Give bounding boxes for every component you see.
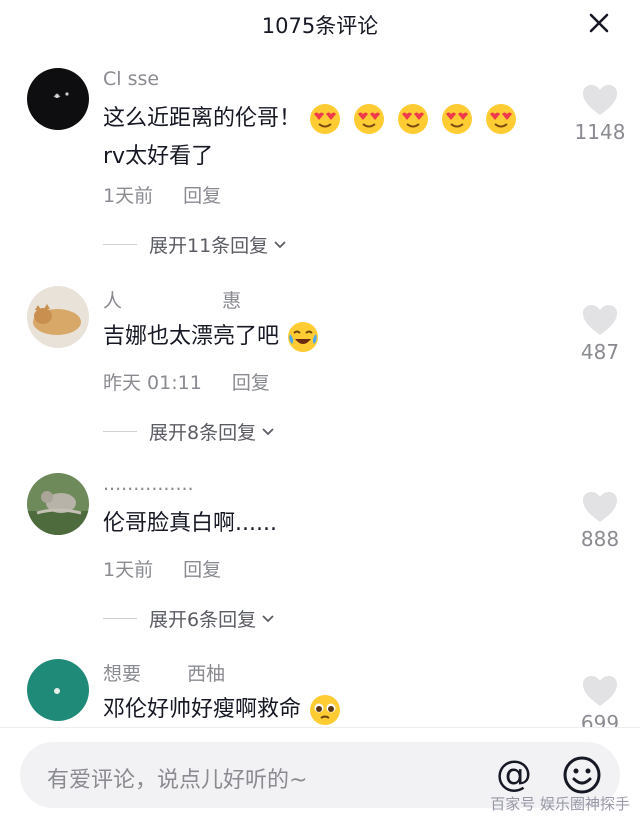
heart-icon (583, 305, 617, 335)
like-count: 1148 (574, 120, 626, 144)
comment-meta: 昨天 01:11 回复 (103, 368, 270, 395)
username-head: 想要 (103, 663, 142, 685)
comment-item: 想要 西柚 邓伦好帅好瘦啊救命 699 (0, 659, 640, 727)
comment-time: 1天前 (103, 185, 154, 207)
comment-text-line: rv太好看了 (103, 144, 214, 169)
heart-icon (583, 492, 617, 522)
divider-line (103, 431, 137, 432)
chevron-down-icon (262, 614, 274, 622)
divider-line (103, 244, 137, 245)
input-placeholder: 有爱评论，说点儿好听的~ (47, 768, 308, 793)
expand-replies-label: 展开8条回复 (149, 422, 257, 444)
expand-replies-label: 展开6条回复 (149, 609, 257, 631)
comment-meta: 1天前 回复 (103, 555, 221, 582)
expand-replies-button[interactable]: 展开6条回复 (103, 605, 276, 632)
username[interactable]: Cl sse (103, 68, 159, 90)
comment-time: 1天前 (103, 559, 154, 581)
reply-button[interactable]: 回复 (183, 559, 221, 581)
comment-text-line: 邓伦好帅好瘦啊救命 (103, 697, 302, 722)
emoji-picker-button[interactable] (560, 753, 604, 797)
reply-button[interactable]: 回复 (183, 185, 221, 207)
like-count: 888 (580, 527, 620, 551)
comment-text-line: 这么近距离的伦哥！ (103, 106, 302, 131)
at-icon: @ (496, 754, 532, 795)
like-count: 487 (580, 340, 620, 364)
expand-replies-button[interactable]: 展开11条回复 (103, 231, 288, 258)
username-tail: 惠 (222, 290, 242, 312)
comment-meta: 1天前 回复 (103, 181, 221, 208)
divider-line (103, 618, 137, 619)
username[interactable]: ............... (103, 473, 194, 495)
chevron-down-icon (262, 427, 274, 435)
comment-text-line: 伦哥脸真白啊...... (103, 511, 277, 536)
comment-text-line: 吉娜也太漂亮了吧 (103, 324, 280, 349)
comment-count-title: 1075条评论 (261, 14, 379, 38)
crying-laughing-emoji-icon (286, 322, 323, 352)
chevron-down-icon (274, 240, 286, 248)
comment-text: 吉娜也太漂亮了吧 (103, 318, 323, 356)
username[interactable]: 人 惠 (103, 286, 241, 313)
reply-button[interactable]: 回复 (232, 372, 270, 394)
comment-text: 这么近距离的伦哥！ rv太好看了 (103, 100, 521, 176)
username-tail: 西柚 (187, 663, 226, 685)
comments-header: 1075条评论 (0, 0, 640, 48)
comment-time: 昨天 01:11 (103, 372, 202, 394)
comment-input-bar: 有爱评论，说点儿好听的~ @ 百家号 娱乐圈神探手 (0, 727, 640, 822)
heart-eyes-emoji-icon (308, 104, 521, 134)
watermark: 百家号 娱乐圈神探手 (490, 795, 630, 813)
like-button[interactable]: 1148 (570, 84, 630, 144)
comment-text: 邓伦好帅好瘦啊救命 (103, 691, 345, 727)
comment-item: ............... 伦哥脸真白啊...... 1天前 回复 展开6条… (0, 473, 640, 643)
like-button[interactable]: 888 (570, 491, 630, 551)
avatar[interactable] (27, 68, 89, 130)
avatar[interactable] (27, 473, 89, 535)
comment-item: Cl sse 这么近距离的伦哥！ rv太好看了 1天前 回复 展开11条回复 1… (0, 68, 640, 268)
heart-icon (583, 676, 617, 706)
expand-replies-label: 展开11条回复 (149, 235, 269, 257)
avatar[interactable] (27, 286, 89, 348)
mention-at-button[interactable]: @ (492, 753, 536, 797)
avatar[interactable] (27, 659, 89, 721)
pleading-face-emoji-icon (308, 695, 345, 725)
close-icon[interactable] (586, 10, 612, 36)
like-button[interactable]: 699 (570, 675, 630, 727)
expand-replies-button[interactable]: 展开8条回复 (103, 418, 276, 445)
like-count: 699 (580, 711, 620, 727)
comment-text: 伦哥脸真白啊...... (103, 505, 277, 543)
smiley-icon (563, 756, 601, 794)
username[interactable]: 想要 西柚 (103, 659, 225, 686)
comment-item: 人 惠 吉娜也太漂亮了吧 昨天 01:11 回复 展开8条回复 487 (0, 286, 640, 456)
like-button[interactable]: 487 (570, 304, 630, 364)
heart-icon (583, 85, 617, 115)
username-head: 人 (103, 290, 123, 312)
